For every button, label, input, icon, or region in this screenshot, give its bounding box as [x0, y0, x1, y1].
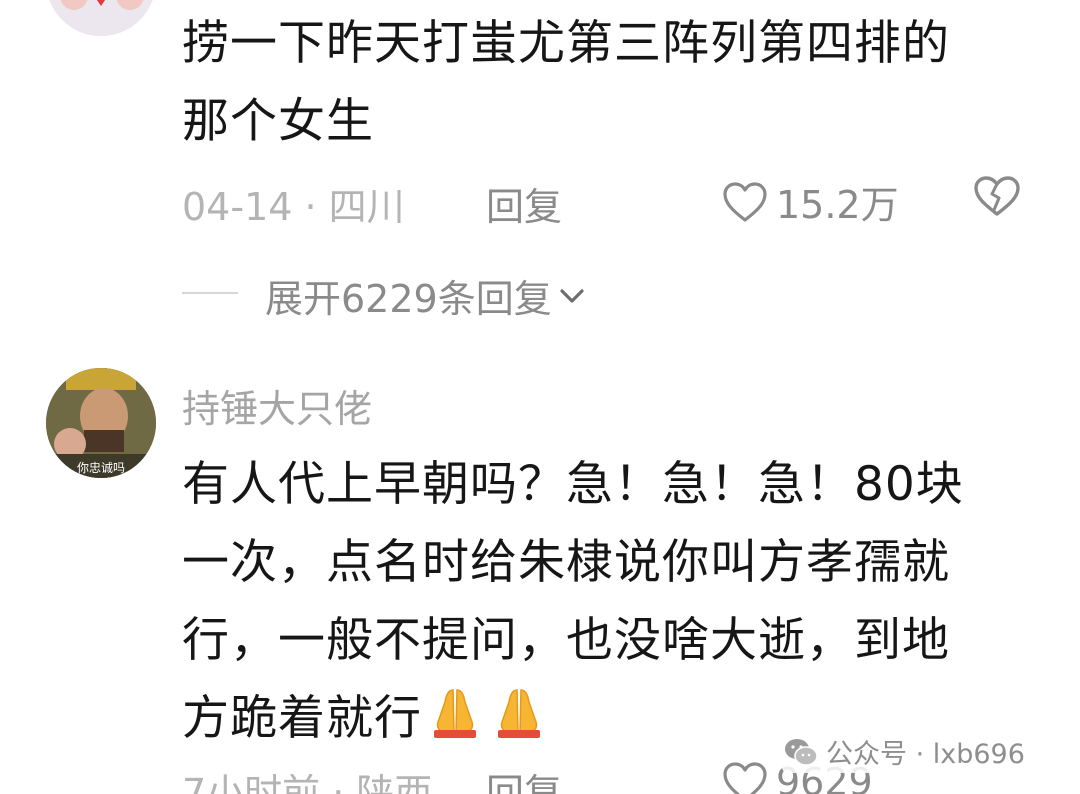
wechat-icon: [785, 738, 818, 766]
comment-line: 捞一下昨天打蚩尤第三阵列第四排的: [182, 16, 950, 71]
watermark: 公众号 · lxb696: [782, 730, 1033, 773]
comment-line: 那个女生: [182, 94, 374, 149]
comment-meta: 7小时前 · 陕西: [182, 771, 433, 794]
comment-line: 有人代上早朝吗？急！急！急！80块: [182, 457, 964, 512]
heart-icon: [723, 762, 767, 794]
avatar[interactable]: 你忠诚吗: [46, 368, 156, 478]
comment-line: 行，一般不提问，也没啥大逝，到地: [182, 613, 950, 668]
avatar[interactable]: [46, 0, 156, 36]
comment-meta: 04-14 · 四川: [182, 185, 405, 229]
like-count: 15.2万: [776, 183, 899, 227]
username[interactable]: 持锤大只佬: [182, 378, 372, 433]
comment-text: 有人代上早朝吗？急！急！急！80块 一次，点名时给朱棣说你叫方孝孺就 行，一般不…: [182, 446, 1032, 764]
comment-feed: 捞一下昨天打蚩尤第三阵列第四排的 那个女生 04-14 · 四川 回复 15.2…: [0, 0, 1080, 794]
avatar-image-icon: 你忠诚吗: [46, 368, 156, 478]
expand-replies-label: 展开6229条回复: [265, 277, 552, 321]
broken-heart-icon: [974, 176, 1020, 216]
heart-icon: [723, 181, 767, 222]
like-button[interactable]: 15.2万: [722, 174, 899, 229]
expand-replies-button[interactable]: 展开6229条回复: [265, 268, 586, 323]
avatar-caption: 你忠诚吗: [77, 461, 125, 475]
reply-button[interactable]: 回复: [486, 176, 562, 231]
chevron-down-icon: [560, 288, 584, 303]
comment-line: 方跪着就行: [182, 691, 422, 746]
folded-hands-emoji-icon: [424, 682, 486, 764]
divider: [182, 292, 238, 294]
folded-hands-emoji-icon: [488, 682, 550, 764]
avatar-image-icon: [46, 0, 156, 36]
watermark-label: 公众号 · lxb696: [826, 739, 1025, 770]
comment-text: 捞一下昨天打蚩尤第三阵列第四排的 那个女生: [182, 5, 1032, 161]
comment-line: 一次，点名时给朱棣说你叫方孝孺就: [182, 535, 950, 590]
dislike-button[interactable]: [972, 174, 1022, 222]
reply-button[interactable]: 回复: [486, 762, 562, 794]
